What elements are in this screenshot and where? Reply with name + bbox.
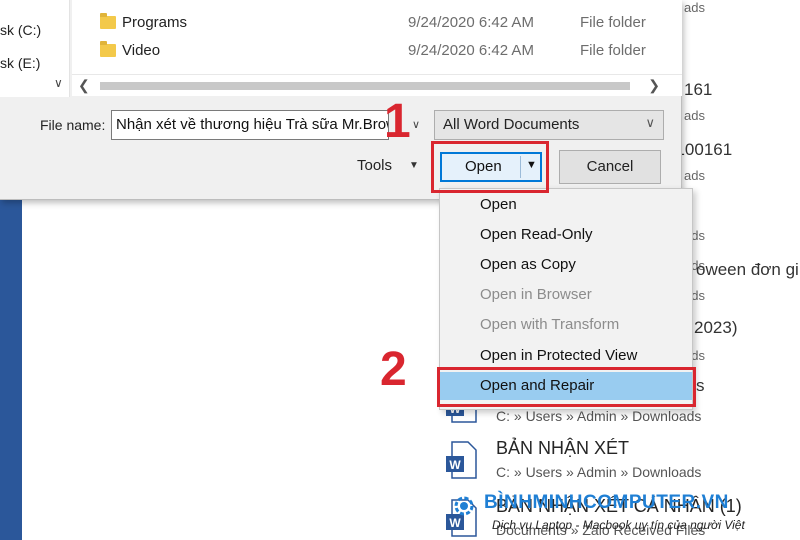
recent-item-title: BẢN NHẬN XÉT — [496, 438, 630, 458]
recent-path-fragment: ads — [684, 0, 705, 15]
folder-icon — [100, 41, 116, 57]
chevron-right-icon[interactable]: ❯ — [648, 77, 660, 94]
menu-item-open-as-copy[interactable]: Open as Copy — [440, 251, 692, 279]
recent-title-fragment: oween đơn gi — [696, 260, 799, 279]
menu-item-open-with-transform: Open with Transform — [480, 316, 620, 333]
file-row[interactable]: Video 9/24/2020 6:42 AM File folder — [72, 37, 682, 65]
tools-menu[interactable]: Tools — [357, 157, 392, 174]
file-type-value: All Word Documents — [443, 116, 580, 133]
open-file-dialog: sk (C:) sk (E:) ∨ Programs 9/24/2020 6:4… — [0, 0, 682, 200]
watermark-brand: BÌNHMINHCOMPUTER.VN — [484, 492, 729, 513]
recent-item-path: C: » Users » Admin » Downloads — [496, 464, 702, 480]
chevron-down-icon[interactable]: ∨ — [54, 76, 63, 90]
file-name: Programs — [122, 14, 188, 31]
file-date: 9/24/2020 6:42 AM — [408, 14, 534, 31]
horizontal-scrollbar[interactable]: ❮ ❯ — [72, 74, 682, 96]
menu-item-open-in-protected-view[interactable]: Open in Protected View — [440, 342, 692, 370]
nav-drive-e[interactable]: sk (E:) — [0, 55, 40, 71]
file-row[interactable]: Programs 9/24/2020 6:42 AM File folder — [72, 9, 682, 37]
navigation-pane[interactable]: sk (C:) sk (E:) ∨ — [0, 0, 70, 97]
file-name-input[interactable]: Nhận xét về thương hiệu Trà sữa Mr.Brown — [111, 110, 389, 140]
word-doc-icon: W — [446, 441, 477, 479]
gear-icon — [454, 496, 474, 516]
file-type: File folder — [580, 42, 646, 59]
recent-title-fragment: 161 — [684, 80, 713, 99]
recent-item-path: C: » Users » Admin » Downloads — [496, 408, 702, 424]
file-name: Video — [122, 42, 161, 59]
menu-item-open-in-browser: Open in Browser — [480, 286, 592, 303]
step1-number: 1 — [384, 95, 411, 148]
word-sidebar — [0, 190, 22, 540]
nav-drive-c[interactable]: sk (C:) — [0, 22, 41, 38]
screenshot-frame: ads 161 ads 4100161 ads ads ads oween đơ… — [0, 0, 800, 540]
step1-highlight-box — [431, 141, 549, 193]
svg-text:W: W — [449, 458, 461, 472]
step2-number: 2 — [380, 343, 407, 396]
watermark-tagline: Dịch vụ Laptop - Macbook uy tín của ngườ… — [492, 518, 745, 532]
recent-path-fragment: ads — [684, 168, 705, 183]
chevron-down-icon: ∨ — [645, 115, 655, 130]
recent-path-fragment: ads — [684, 108, 705, 123]
step2-highlight-box — [437, 367, 696, 407]
recent-item[interactable]: W BẢN NHẬN XÉT C: » Users » Admin » Down… — [446, 436, 800, 492]
file-date: 9/24/2020 6:42 AM — [408, 42, 534, 59]
cancel-button[interactable]: Cancel — [559, 150, 661, 184]
menu-item-open-read-only[interactable]: Open Read-Only — [440, 221, 692, 249]
chevron-left-icon[interactable]: ❮ — [78, 77, 90, 94]
folder-icon — [100, 13, 116, 29]
caret-down-icon[interactable]: ▼ — [409, 160, 419, 171]
file-list[interactable]: Programs 9/24/2020 6:42 AM File folder V… — [72, 0, 682, 74]
file-type-select[interactable]: All Word Documents ∨ — [434, 110, 664, 140]
recent-title-fragment: 2023) — [694, 318, 738, 337]
menu-item-open[interactable]: Open — [440, 191, 692, 219]
scrollbar-thumb[interactable] — [100, 82, 630, 90]
watermark: BÌNHMINHCOMPUTER.VN Dịch vụ Laptop - Mac… — [452, 492, 797, 540]
file-name-label: File name: — [40, 117, 106, 133]
file-type: File folder — [580, 14, 646, 31]
